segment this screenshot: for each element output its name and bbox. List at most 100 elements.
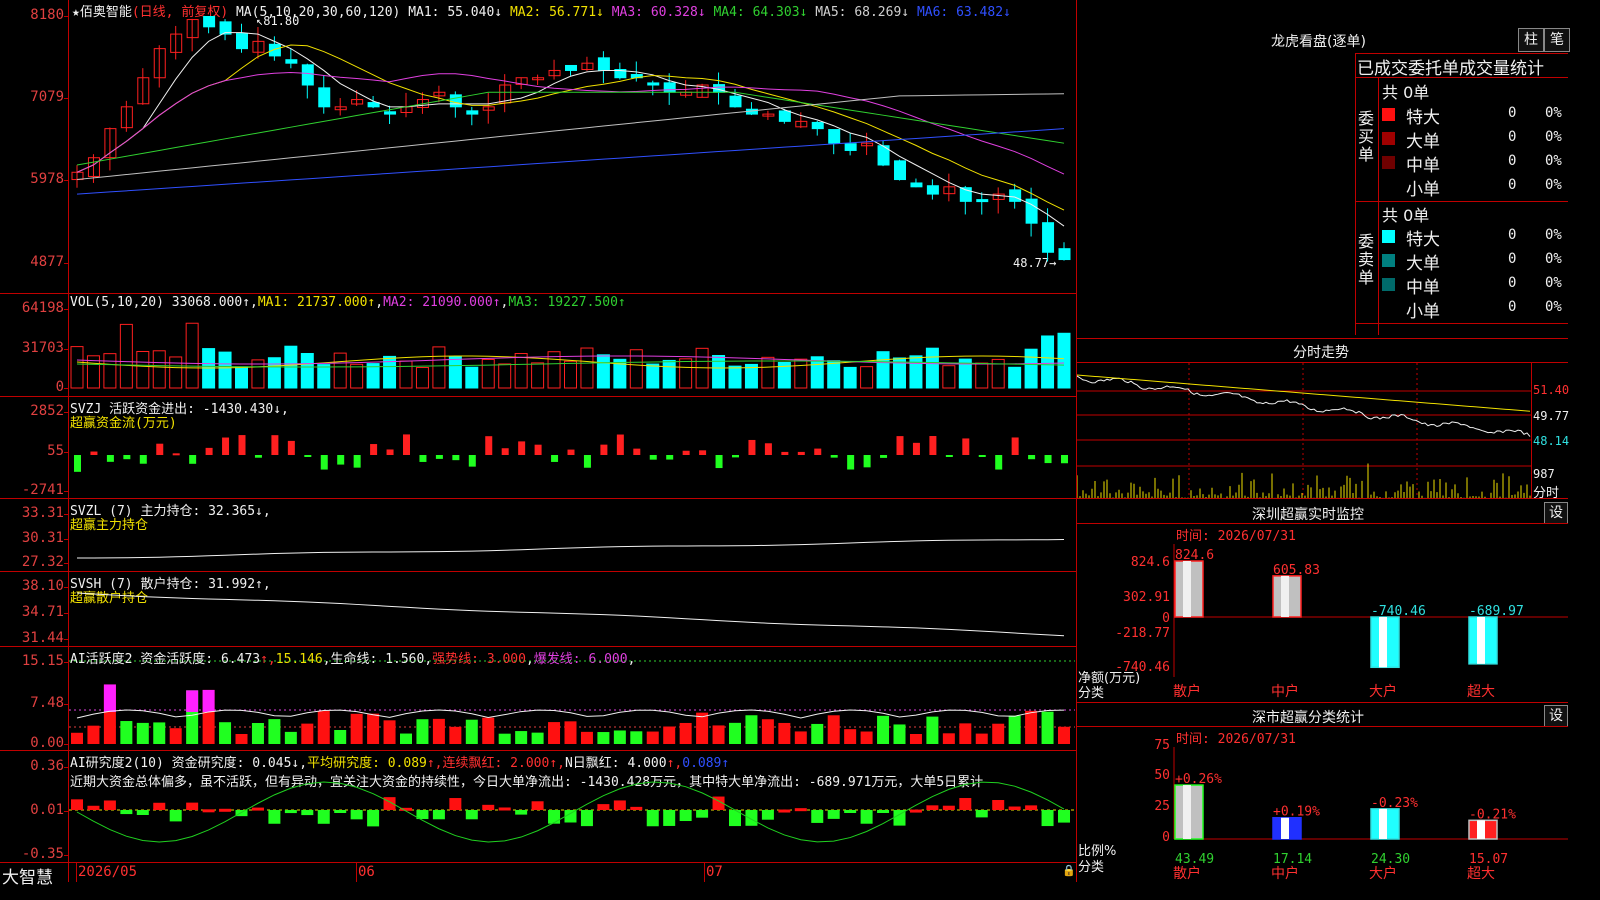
candle [301, 64, 314, 86]
volume-bar [317, 364, 331, 389]
ai-research-chart[interactable] [69, 752, 1075, 862]
research-bar [87, 805, 100, 810]
divider-svzl-svsh [0, 571, 1076, 572]
buy-row-pct-1: 0% [1545, 129, 1562, 145]
fundflow-bar [435, 455, 443, 459]
svzj-ytick-1: 55 [47, 443, 64, 459]
fundflow-bar [583, 455, 591, 468]
divider-ai1-ai2 [0, 750, 1076, 751]
research-bar [696, 810, 709, 818]
fundflow-bar [830, 455, 838, 458]
activity-bar [284, 731, 297, 744]
fundflow-bar [912, 442, 920, 455]
volume-bar [152, 350, 166, 389]
ai1-ytick-0: 15.15 [21, 653, 64, 669]
research-bar [350, 810, 363, 820]
fenshi-tick-low: 48.14 [1533, 434, 1570, 448]
svsh-ytick-0: 38.10 [21, 578, 64, 594]
bar-散户[interactable] [1174, 560, 1204, 618]
buy-row-pct-0: 0% [1545, 105, 1562, 121]
activity-bar [794, 731, 807, 744]
fundflow-bar [995, 455, 1003, 470]
volume-chart[interactable] [69, 310, 1075, 396]
activity-bar [679, 722, 692, 744]
volume-bar [761, 356, 775, 389]
research-bar [778, 809, 791, 813]
bar-mode-button[interactable]: 柱 [1518, 28, 1544, 52]
volume-bar [70, 346, 84, 389]
activity-bar [317, 710, 330, 744]
fundflow-bar [567, 449, 575, 455]
volume-bar [580, 347, 594, 389]
monitor-bar-chart[interactable]: 824.6 散户 605.83 中户 -740.46 大户 -689.97 超大 [1077, 524, 1568, 702]
fundflow-bar [764, 443, 772, 455]
bar-大户[interactable] [1370, 616, 1400, 669]
fundflow-bar [551, 455, 559, 462]
sell-total: 共 0单 [1382, 206, 1430, 225]
svzj-chart[interactable] [69, 398, 1075, 498]
fundflow-bar [945, 455, 953, 457]
activity-bar [367, 713, 380, 744]
bar-中户[interactable] [1272, 575, 1302, 618]
bar-散户[interactable] [1174, 784, 1204, 840]
activity-bar [630, 731, 643, 744]
buy-row-swatch-2 [1382, 156, 1395, 169]
fundflow-bar [320, 455, 328, 470]
volume-bar [448, 356, 462, 389]
pen-mode-button[interactable]: 笔 [1544, 28, 1570, 52]
volume-bar [300, 353, 314, 389]
fundflow-bar [386, 449, 394, 455]
main-ytick-3: 4877 [30, 254, 64, 270]
bar-value-label: -689.97 [1469, 604, 1524, 619]
activity-bar [1025, 710, 1038, 744]
bar-超大[interactable] [1468, 616, 1498, 665]
research-bar [202, 809, 215, 813]
activity-bar [449, 726, 462, 744]
buy-row-value-1: 0 [1508, 129, 1517, 145]
activity-bar [959, 723, 972, 744]
activity-bar [334, 729, 347, 744]
intraday-chart[interactable] [1077, 363, 1532, 499]
bar-超大[interactable] [1468, 819, 1498, 840]
candle [647, 82, 660, 86]
fundflow-bar [847, 455, 855, 470]
candle [1042, 222, 1055, 253]
buy-row-swatch-1 [1382, 132, 1395, 145]
ai-activity-chart[interactable] [69, 648, 1075, 750]
monitor-settings-button[interactable]: 设 [1544, 502, 1568, 524]
sell-row-value-2: 0 [1508, 275, 1517, 291]
xaxis-label-jun: 06 [358, 864, 375, 880]
volume-bar [975, 362, 989, 389]
lock-icon[interactable]: 🔒 [1062, 864, 1076, 877]
volume-bar [185, 322, 199, 389]
candle [976, 199, 989, 203]
vol-header: VOL(5,10,20) 33068.000↑,MA1: 21737.000↑,… [70, 295, 626, 310]
activity-bar [663, 726, 676, 744]
vol-ma-value-1: MA1: 21737.000↑ [257, 295, 376, 310]
fundflow-bar [337, 455, 345, 465]
volume-bar [596, 354, 610, 389]
buy-row-value-2: 0 [1508, 153, 1517, 169]
volume-bar [1008, 366, 1022, 389]
bar-value-label: 824.6 [1175, 548, 1214, 563]
fundflow-bar [403, 434, 410, 455]
brand-label[interactable]: 大智慧 [2, 863, 53, 888]
candlestick-chart[interactable] [69, 16, 1075, 293]
fundflow-bar [748, 439, 756, 455]
classify-settings-button[interactable]: 设 [1544, 705, 1568, 727]
bar-大户[interactable] [1370, 808, 1400, 840]
lhb-title: 龙虎看盘(逐单) [1271, 34, 1366, 50]
svzl-chart[interactable] [69, 500, 1075, 571]
activity-bar [696, 712, 709, 744]
svsh-chart[interactable] [69, 573, 1075, 646]
divider-svzj-svzl [0, 498, 1076, 499]
research-bar [531, 801, 544, 810]
activity-bar [580, 731, 593, 744]
candle [252, 40, 265, 53]
bar-中户[interactable] [1272, 816, 1302, 840]
classify-bar-chart[interactable]: +0.26% 散户43.49 +0.19% 中户17.14 -0.23% 大户24.30 -… [1077, 727, 1568, 882]
candle [811, 121, 824, 130]
svsh-ytick-1: 34.71 [21, 604, 64, 620]
activity-bar [219, 722, 232, 744]
research-bar [975, 810, 988, 818]
